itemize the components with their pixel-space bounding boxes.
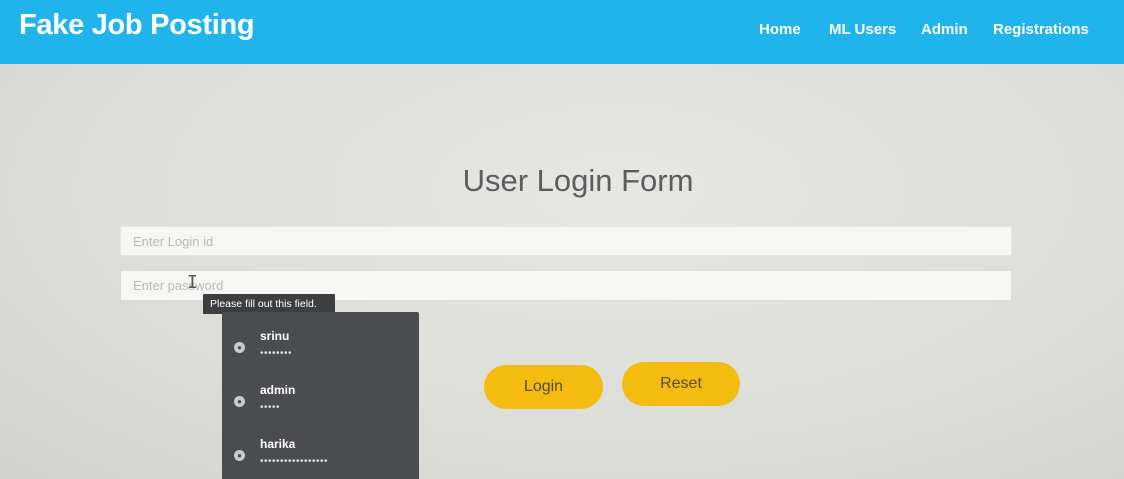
autofill-username: admin xyxy=(260,383,296,397)
nav-ml-users[interactable]: ML Users xyxy=(829,21,896,38)
nav-admin[interactable]: Admin xyxy=(921,21,968,38)
key-icon: ● xyxy=(234,396,245,407)
key-icon: ● xyxy=(234,342,245,353)
form-title: User Login Form xyxy=(462,163,694,198)
reset-button[interactable]: Reset xyxy=(622,362,740,406)
navbar: Fake Job Posting Home ML Users Admin Reg… xyxy=(0,0,1124,64)
login-button[interactable]: Login xyxy=(484,365,603,409)
autofill-password: •••••••• xyxy=(260,348,293,359)
autofill-item[interactable]: ● admin ••••• xyxy=(222,378,419,432)
page: Fake Job Posting Home ML Users Admin Reg… xyxy=(0,0,1124,479)
login-id-input[interactable] xyxy=(120,226,1012,256)
autofill-dropdown: ● srinu •••••••• ● admin ••••• ● harika … xyxy=(222,312,419,479)
autofill-password: ••••• xyxy=(260,402,281,413)
autofill-item[interactable]: ● harika ••••••••••••••••• xyxy=(222,432,419,479)
key-icon: ● xyxy=(234,450,245,461)
autofill-item[interactable]: ● srinu •••••••• xyxy=(222,324,419,378)
nav-home[interactable]: Home xyxy=(759,21,801,38)
autofill-username: harika xyxy=(260,437,296,451)
autofill-password: ••••••••••••••••• xyxy=(260,456,329,467)
nav-registrations[interactable]: Registrations xyxy=(993,21,1089,38)
text-cursor-icon: I xyxy=(187,272,198,293)
brand-title[interactable]: Fake Job Posting xyxy=(19,9,255,42)
validation-tooltip: Please fill out this field. xyxy=(203,294,335,314)
autofill-username: srinu xyxy=(260,329,290,343)
